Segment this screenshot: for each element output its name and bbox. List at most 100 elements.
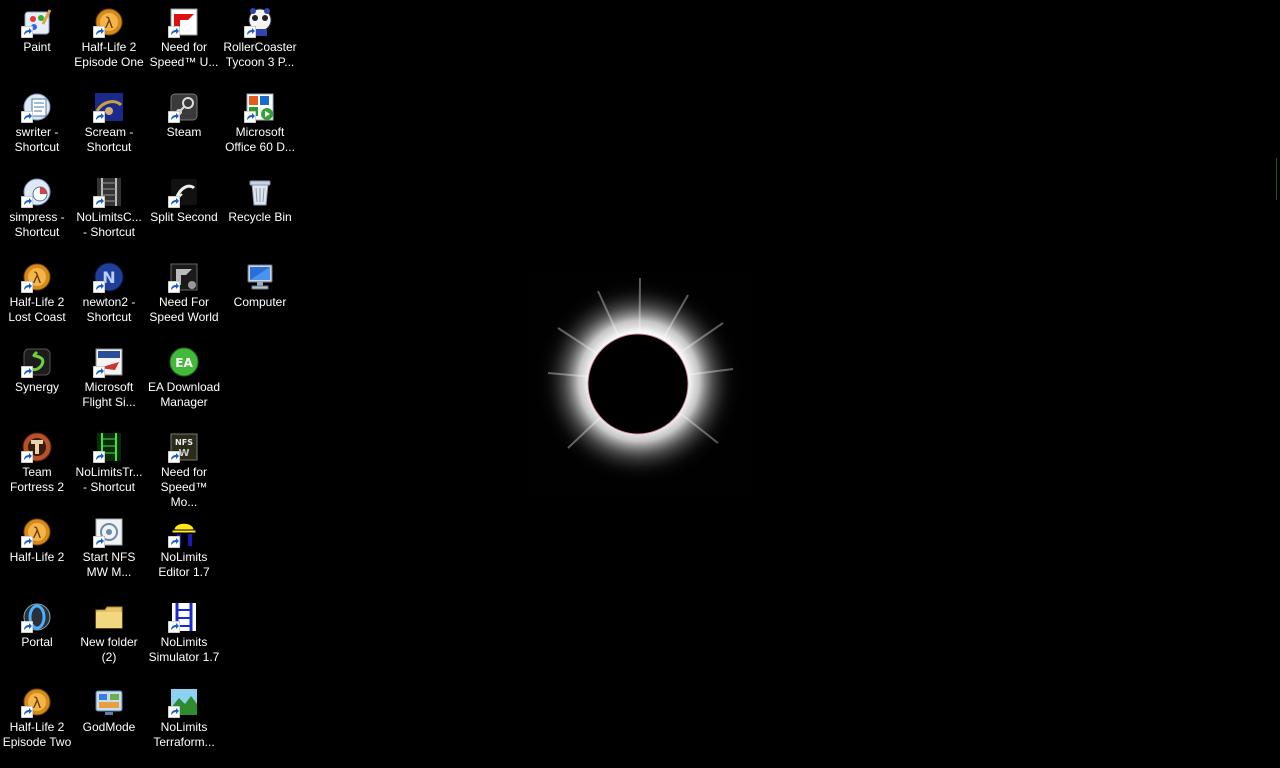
desktop-icon-label: Recycle Bin	[228, 210, 292, 224]
svg-text:λ: λ	[105, 14, 114, 32]
desktop-icon-label: Start NFS MW M...	[82, 550, 136, 579]
shortcut-arrow-icon	[21, 366, 33, 378]
shortcut-arrow-icon	[168, 536, 180, 548]
shortcut-arrow-icon	[21, 111, 33, 123]
desktop-icon-green-track[interactable]: NoLimitsTr... - Shortcut	[72, 425, 146, 505]
control-panel-icon	[93, 686, 125, 718]
desktop-icon-label: NoLimitsTr... - Shortcut	[75, 465, 143, 494]
desktop-icon-control-panel[interactable]: GodMode	[72, 680, 146, 760]
shortcut-arrow-icon	[244, 26, 256, 38]
shortcut-arrow-icon	[93, 26, 105, 38]
desktop-icon-rct3[interactable]: RollerCoaster Tycoon 3 P...	[223, 0, 297, 80]
shortcut-arrow-icon	[168, 26, 180, 38]
shortcut-arrow-icon	[244, 111, 256, 123]
desktop-icon-label: RollerCoaster Tycoon 3 P...	[223, 40, 297, 69]
desktop-icon-label: Microsoft Office 60 D...	[225, 125, 295, 154]
desktop-icon-label: Half-Life 2 Episode One	[74, 40, 144, 69]
desktop-icon-label: NoLimitsC... - Shortcut	[76, 210, 142, 239]
desktop-icon-label: simpress - Shortcut	[9, 210, 65, 239]
desktop[interactable]: Paint swriter - Shortcut simpress - Shortc…	[0, 0, 1280, 768]
desktop-icon-label: Steam	[166, 125, 202, 139]
shortcut-arrow-icon	[93, 366, 105, 378]
shortcut-arrow-icon	[21, 26, 33, 38]
desktop-icon-steam[interactable]: Steam	[147, 85, 221, 165]
desktop-icon-coaster-track[interactable]: NoLimitsC... - Shortcut	[72, 170, 146, 250]
desktop-icon-ea[interactable]: EA EA Download Manager	[147, 340, 221, 420]
desktop-icon-label: GodMode	[82, 720, 136, 734]
desktop-icon-label: Need For Speed World	[149, 295, 219, 324]
desktop-icon-split-second[interactable]: Split Second	[147, 170, 221, 250]
desktop-icon-label: NoLimits Editor 1.7	[158, 550, 210, 579]
shortcut-arrow-icon	[21, 451, 33, 463]
desktop-icon-folder[interactable]: New folder (2)	[72, 595, 146, 675]
desktop-icon-label: Need for Speed™ Mo...	[160, 465, 208, 509]
desktop-icon-terraform[interactable]: NoLimits Terraform...	[147, 680, 221, 760]
desktop-icon-label: NoLimits Simulator 1.7	[148, 635, 220, 664]
desktop-icon-label: Half-Life 2 Episode Two	[2, 720, 72, 749]
ea-icon: EA	[168, 346, 200, 378]
desktop-icon-computer[interactable]: Computer	[223, 255, 297, 335]
desktop-icon-label: Synergy	[14, 380, 60, 394]
desktop-icon-paint[interactable]: Paint	[0, 0, 74, 80]
shortcut-arrow-icon	[21, 706, 33, 718]
desktop-icon-nfs-world[interactable]: Need For Speed World	[147, 255, 221, 335]
desktop-icon-label: Computer	[233, 295, 287, 309]
desktop-icon-label: Need for Speed™ U...	[149, 40, 219, 69]
shortcut-arrow-icon	[168, 111, 180, 123]
desktop-icon-half-life[interactable]: λ Half-Life 2 Episode One	[72, 0, 146, 80]
desktop-icon-label: Portal	[21, 635, 53, 649]
desktop-icon-newton[interactable]: Nnewton2 - Shortcut	[72, 255, 146, 335]
desktop-icon-label: Scream - Shortcut	[84, 125, 134, 154]
svg-text:λ: λ	[33, 524, 42, 542]
desktop-icon-label: New folder (2)	[80, 635, 138, 664]
shortcut-arrow-icon	[93, 536, 105, 548]
desktop-icon-half-life[interactable]: λ Half-Life 2 Lost Coast	[0, 255, 74, 335]
shortcut-arrow-icon	[21, 621, 33, 633]
desktop-icon-label: Half-Life 2 Lost Coast	[8, 295, 66, 324]
recycle-bin-icon	[244, 176, 276, 208]
desktop-icon-nolimits-editor[interactable]: NoLimits Editor 1.7	[147, 510, 221, 590]
desktop-icon-label: Split Second	[150, 210, 218, 224]
desktop-icon-nfs-mod[interactable]: Start NFS MW M...	[72, 510, 146, 590]
shortcut-arrow-icon	[168, 451, 180, 463]
desktop-icon-label: Microsoft Flight Si...	[82, 380, 136, 409]
desktop-icon-label: newton2 - Shortcut	[82, 295, 136, 324]
desktop-icon-label: Paint	[23, 40, 51, 54]
desktop-icon-office-trial[interactable]: Microsoft Office 60 D...	[223, 85, 297, 165]
svg-text:λ: λ	[33, 269, 42, 287]
desktop-icon-recycle-bin[interactable]: Recycle Bin	[223, 170, 297, 250]
computer-icon	[244, 261, 276, 293]
desktop-icon-writer[interactable]: swriter - Shortcut	[0, 85, 74, 165]
desktop-icon-impress[interactable]: simpress - Shortcut	[0, 170, 74, 250]
svg-text:W: W	[178, 448, 189, 459]
desktop-icon-half-life[interactable]: λ Half-Life 2 Episode Two	[0, 680, 74, 760]
desktop-icon-nolimits-sim[interactable]: NoLimits Simulator 1.7	[147, 595, 221, 675]
shortcut-arrow-icon	[168, 621, 180, 633]
shortcut-arrow-icon	[168, 706, 180, 718]
desktop-icon-portal[interactable]: Portal	[0, 595, 74, 675]
shortcut-arrow-icon	[21, 281, 33, 293]
folder-icon	[93, 601, 125, 633]
desktop-icon-label: swriter - Shortcut	[14, 125, 60, 154]
desktop-icon-nfs-mostwanted[interactable]: NFS W Need for Speed™ Mo...	[147, 425, 221, 509]
desktop-icon-label: Team Fortress 2	[9, 465, 64, 494]
desktop-icon-nfs-undercover[interactable]: Need for Speed™ U...	[147, 0, 221, 80]
eclipse-wallpaper	[528, 273, 750, 495]
shortcut-arrow-icon	[21, 196, 33, 208]
desktop-icon-team-fortress[interactable]: Team Fortress 2	[0, 425, 74, 505]
desktop-icon-label: NoLimits Terraform...	[153, 720, 215, 749]
desktop-icon-synergy[interactable]: Synergy	[0, 340, 74, 420]
desktop-icon-label: Half-Life 2	[9, 550, 65, 564]
shortcut-arrow-icon	[21, 536, 33, 548]
svg-text:NFS: NFS	[175, 438, 193, 447]
shortcut-arrow-icon	[168, 281, 180, 293]
desktop-icon-scream[interactable]: Scream - Shortcut	[72, 85, 146, 165]
desktop-icon-half-life[interactable]: λ Half-Life 2	[0, 510, 74, 590]
desktop-icon-flight-sim[interactable]: Microsoft Flight Si...	[72, 340, 146, 420]
svg-text:EA: EA	[175, 356, 193, 370]
shortcut-arrow-icon	[168, 196, 180, 208]
shortcut-arrow-icon	[93, 111, 105, 123]
shortcut-arrow-icon	[93, 281, 105, 293]
shortcut-arrow-icon	[93, 196, 105, 208]
svg-text:λ: λ	[33, 694, 42, 712]
